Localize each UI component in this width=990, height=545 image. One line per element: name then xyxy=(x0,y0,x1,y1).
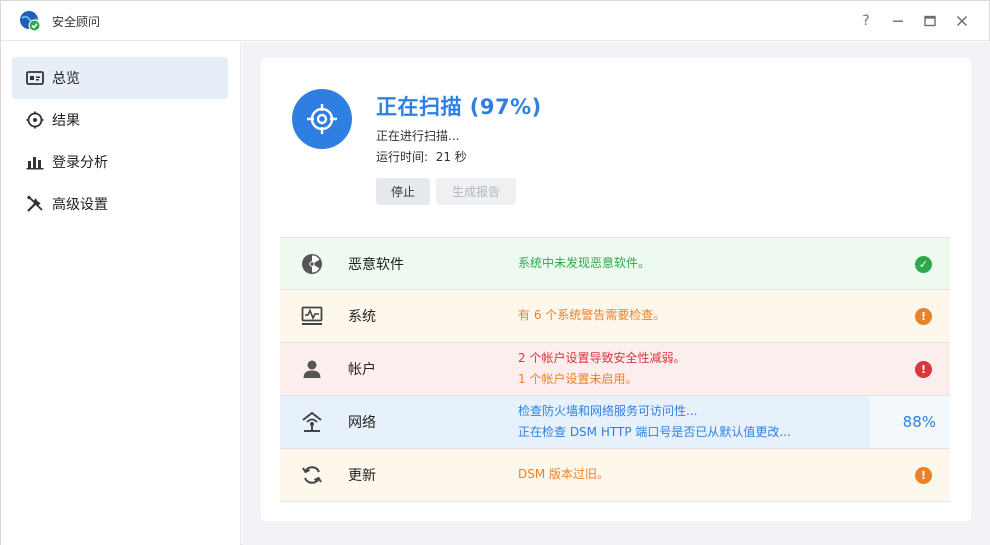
category-message: 系统中未发现恶意软件。 xyxy=(518,256,651,270)
overview-icon xyxy=(25,68,45,88)
category-message: DSM 版本过旧。 xyxy=(518,467,610,481)
category-message: 检查防火墙和网络服务可访问性... xyxy=(518,404,698,418)
minimize-icon xyxy=(893,20,903,22)
danger-status-icon: ! xyxy=(915,361,932,378)
network-icon xyxy=(300,410,324,434)
sidebar-item-login-analysis[interactable]: 登录分析 xyxy=(12,141,228,183)
scan-target-icon xyxy=(292,89,352,149)
category-row-malware[interactable]: 恶意软件 系统中未发现恶意软件。 ✓ xyxy=(280,237,950,290)
category-message: 正在检查 DSM HTTP 端口号是否已从默认值更改... xyxy=(518,425,791,439)
update-icon xyxy=(300,463,324,487)
category-message: 有 6 个系统警告需要检查。 xyxy=(518,308,666,322)
sidebar-item-label: 总览 xyxy=(52,71,80,87)
sidebar-item-label: 结果 xyxy=(52,113,80,129)
system-monitor-icon xyxy=(300,304,324,328)
help-button[interactable]: ? xyxy=(854,9,878,33)
close-button[interactable] xyxy=(950,9,974,33)
help-icon: ? xyxy=(862,13,870,29)
bar-chart-icon xyxy=(25,152,45,172)
category-message: 1 个帐户设置未启用。 xyxy=(518,372,638,386)
stop-button[interactable]: 停止 xyxy=(376,178,430,205)
scan-status-text: 正在进行扫描... xyxy=(376,129,460,143)
runtime-label: 运行时间: xyxy=(376,150,429,164)
window-title: 安全顾问 xyxy=(52,15,101,29)
close-icon xyxy=(956,15,968,27)
tools-icon xyxy=(25,194,45,214)
maximize-button[interactable] xyxy=(918,9,942,33)
ok-status-icon: ✓ xyxy=(915,256,932,273)
category-label: 网络 xyxy=(348,415,376,431)
main-panel: 正在扫描 (97%) 正在进行扫描... 运行时间: 21 秒 停止 生成报告 … xyxy=(242,42,990,545)
category-label: 更新 xyxy=(348,468,376,484)
sidebar: 总览 结果 登录分析 高级设置 xyxy=(1,42,241,545)
security-advisor-window: 安全顾问 ? 总览 结果 登录分析 高级设置 正在扫描 (97%) 正在进行扫描… xyxy=(0,0,990,545)
warning-status-icon: ! xyxy=(915,467,932,484)
category-row-network[interactable]: 网络 检查防火墙和网络服务可访问性... 正在检查 DSM HTTP 端口号是否… xyxy=(280,396,950,449)
overview-card: 正在扫描 (97%) 正在进行扫描... 运行时间: 21 秒 停止 生成报告 … xyxy=(261,58,971,521)
category-label: 系统 xyxy=(348,309,376,325)
category-row-account[interactable]: 帐户 2 个帐户设置导致安全性减弱。 1 个帐户设置未启用。 ! xyxy=(280,343,950,396)
results-icon xyxy=(25,110,45,130)
warning-status-icon: ! xyxy=(915,308,932,325)
category-row-system[interactable]: 系统 有 6 个系统警告需要检查。 ! xyxy=(280,290,950,343)
minimize-button[interactable] xyxy=(886,9,910,33)
category-label: 帐户 xyxy=(348,362,376,378)
radiation-icon xyxy=(300,252,324,276)
category-label: 恶意软件 xyxy=(348,257,404,273)
sidebar-item-advanced-settings[interactable]: 高级设置 xyxy=(12,183,228,225)
user-icon xyxy=(300,357,324,381)
sidebar-item-label: 高级设置 xyxy=(52,197,108,213)
maximize-icon xyxy=(924,15,936,27)
network-progress-text: 88% xyxy=(902,413,936,431)
security-advisor-logo-icon xyxy=(19,10,41,32)
runtime-value: 21 秒 xyxy=(435,150,467,164)
generate-report-button[interactable]: 生成报告 xyxy=(436,178,516,205)
title-bar: 安全顾问 ? xyxy=(1,1,989,41)
scan-runtime: 运行时间: 21 秒 xyxy=(376,148,467,165)
sidebar-item-results[interactable]: 结果 xyxy=(12,99,228,141)
sidebar-item-label: 登录分析 xyxy=(52,155,108,171)
category-message: 2 个帐户设置导致安全性减弱。 xyxy=(518,351,686,365)
category-row-update[interactable]: 更新 DSM 版本过旧。 ! xyxy=(280,449,950,502)
sidebar-item-overview[interactable]: 总览 xyxy=(12,57,228,99)
scan-title: 正在扫描 (97%) xyxy=(376,95,542,119)
